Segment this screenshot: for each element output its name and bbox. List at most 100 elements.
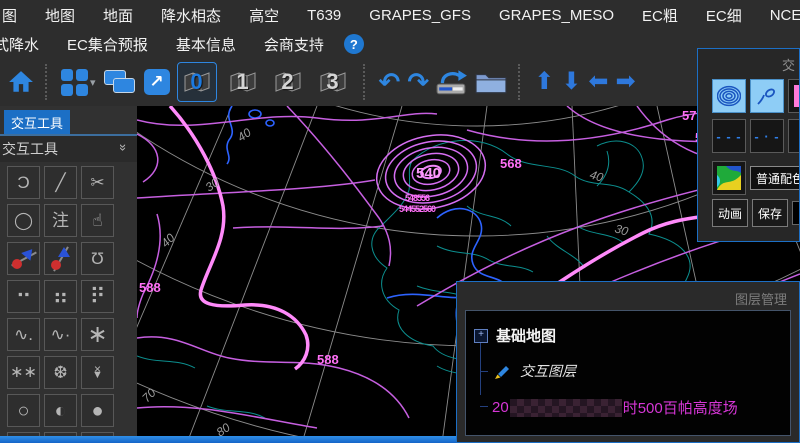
tool-annotation[interactable]: 注 bbox=[44, 204, 77, 237]
save-button[interactable]: 保存 bbox=[752, 199, 788, 227]
cascade-windows-button[interactable] bbox=[103, 68, 137, 96]
svg-text:540: 540 bbox=[416, 165, 441, 182]
interactive-tools-sidebar: 交互工具 交互工具 » Ɔ ╱ ✂ ◯ 注 ☝ Ʊ ⠒ ⠶ bbox=[0, 106, 137, 437]
layer-manager-panel: 图层管理 + 基础地图 交互图层 20 时500百帕高度场 bbox=[456, 281, 800, 443]
tool-asterisk[interactable]: ∗ bbox=[81, 318, 114, 351]
tool-smooth-curve[interactable]: ╱ bbox=[44, 166, 77, 199]
move-left-button[interactable]: ⬅ bbox=[588, 70, 608, 94]
undo-button[interactable]: ↶ bbox=[379, 69, 401, 95]
menu-item-gaokong[interactable]: 高空 bbox=[235, 5, 293, 26]
svg-text:40: 40 bbox=[158, 231, 178, 251]
menu-item-consultation[interactable]: 会商支持 bbox=[250, 34, 338, 55]
menu-item-dimian[interactable]: 地面 bbox=[89, 5, 147, 26]
layer-panel-title: 图层管理 bbox=[735, 289, 787, 308]
tool-pan-hand[interactable]: ☝ bbox=[81, 204, 114, 237]
curve-draw-button[interactable] bbox=[750, 79, 784, 113]
move-right-button[interactable]: ➡ bbox=[615, 70, 635, 94]
collapse-panel-icon[interactable]: » bbox=[116, 144, 131, 151]
pencil-icon bbox=[492, 361, 512, 381]
chevron-down-icon: ▾ bbox=[90, 76, 96, 89]
tab-interactive-tools[interactable]: 交互工具 bbox=[4, 110, 70, 134]
tool-circle-outline[interactable]: ○ bbox=[7, 394, 40, 427]
tool-snow-pair[interactable]: ∗∗ bbox=[7, 356, 40, 389]
tool-open-curve[interactable]: Ɔ bbox=[7, 166, 40, 199]
map-view-3-button[interactable]: 3 bbox=[314, 63, 352, 101]
svg-text:70: 70 bbox=[139, 386, 159, 406]
export-button[interactable] bbox=[436, 69, 468, 95]
move-up-button[interactable]: ⬆ bbox=[534, 70, 554, 94]
tool-snowflake[interactable]: ❆ bbox=[44, 356, 77, 389]
svg-text:40: 40 bbox=[235, 125, 254, 144]
move-down-button[interactable]: ⬇ bbox=[561, 70, 581, 94]
line-style-solid-button[interactable]: - bbox=[788, 119, 800, 153]
arrow-down-icon: ⬇ bbox=[561, 70, 581, 94]
sidebar-panel-title: 交互工具 bbox=[2, 139, 58, 159]
menu-item-ec-fine[interactable]: EC细 bbox=[692, 5, 756, 26]
tool-wave-dot[interactable]: ∿. bbox=[7, 318, 40, 351]
menu-item-shi-jiangshui[interactable]: 式降水 bbox=[0, 34, 53, 55]
svg-text:588: 588 bbox=[317, 352, 339, 367]
tool-dots-two[interactable]: ⠒ bbox=[7, 280, 40, 313]
redo-button[interactable]: ↷ bbox=[407, 69, 429, 95]
isoline-draw-button[interactable] bbox=[712, 79, 746, 113]
colormap-button[interactable] bbox=[712, 161, 746, 195]
tools-grid: Ɔ ╱ ✂ ◯ 注 ☝ Ʊ ⠒ ⠶ ⠟ ∿. ∿· ∗ ∗∗ ❆ bbox=[7, 166, 114, 437]
menu-item-ec-ensemble[interactable]: EC集合预报 bbox=[53, 34, 162, 55]
toolbar-separator bbox=[363, 64, 368, 100]
layer-tree: + 基础地图 交互图层 20 时500百帕高度场 bbox=[465, 310, 791, 436]
map-view-0-button[interactable]: 0 bbox=[177, 62, 217, 102]
arrow-right-icon: ➡ bbox=[615, 70, 635, 94]
menu-item-tu[interactable]: 图 bbox=[0, 5, 31, 26]
layer-interactive[interactable]: 交互图层 bbox=[520, 361, 576, 381]
arrow-up-icon: ⬆ bbox=[534, 70, 554, 94]
home-button[interactable] bbox=[8, 70, 34, 94]
open-folder-button[interactable] bbox=[475, 69, 507, 95]
tool-circle-filled[interactable]: ● bbox=[81, 394, 114, 427]
colormap-select[interactable]: 普通配色 bbox=[750, 166, 800, 190]
home-icon bbox=[8, 70, 34, 94]
export-icon bbox=[436, 69, 468, 95]
tool-dots-five[interactable]: ⠟ bbox=[81, 280, 114, 313]
menu-bar-second: 式降水 EC集合预报 基本信息 会商支持 ? bbox=[0, 30, 800, 58]
menu-item-jiangshui-xiangtai[interactable]: 降水相态 bbox=[147, 5, 235, 26]
animate-button[interactable]: 动画 bbox=[712, 199, 748, 227]
line-style-dashdot-button[interactable]: - · - bbox=[750, 119, 784, 153]
tool-cold-front[interactable] bbox=[44, 242, 77, 275]
layer-500hpa-height[interactable]: 20 时500百帕高度场 bbox=[492, 397, 738, 418]
help-icon[interactable]: ? bbox=[344, 34, 364, 54]
map-view-1-button[interactable]: 1 bbox=[224, 63, 262, 101]
line-color-button[interactable] bbox=[788, 79, 800, 113]
menu-item-grapes-meso[interactable]: GRAPES_MESO bbox=[485, 7, 628, 24]
menu-item-ditu[interactable]: 地图 bbox=[31, 5, 89, 26]
tool-occluded-front[interactable]: Ʊ bbox=[81, 242, 114, 275]
map-view-2-button[interactable]: 2 bbox=[269, 63, 307, 101]
toolbar-separator bbox=[45, 64, 50, 100]
tree-connector bbox=[480, 371, 488, 372]
line-style-dashed-button[interactable]: - - - bbox=[712, 119, 746, 153]
menu-item-t639[interactable]: T639 bbox=[293, 7, 355, 24]
arrow-left-icon: ⬅ bbox=[588, 70, 608, 94]
tool-shower[interactable]: × ▼ bbox=[81, 356, 114, 389]
black-color-swatch[interactable] bbox=[792, 201, 800, 225]
tool-wave-dots[interactable]: ∿· bbox=[44, 318, 77, 351]
tree-connector bbox=[480, 406, 488, 407]
layout-grid-button[interactable]: ▾ bbox=[61, 69, 96, 96]
undo-icon: ↶ bbox=[379, 69, 401, 95]
tool-warm-front[interactable] bbox=[7, 242, 40, 275]
weather-workstation-window: 图 地图 地面 降水相态 高空 T639 GRAPES_GFS GRAPES_M… bbox=[0, 0, 800, 443]
tool-dots-four[interactable]: ⠶ bbox=[44, 280, 77, 313]
fullscreen-button[interactable]: ↗ bbox=[144, 69, 170, 95]
layer-base-map[interactable]: 基础地图 bbox=[496, 325, 556, 346]
menu-item-grapes-gfs[interactable]: GRAPES_GFS bbox=[355, 7, 485, 24]
tree-expand-icon[interactable]: + bbox=[474, 329, 488, 343]
menu-item-basic-info[interactable]: 基本信息 bbox=[162, 34, 250, 55]
folder-icon bbox=[475, 69, 507, 95]
tool-closed-curve[interactable]: ◯ bbox=[7, 204, 40, 237]
menu-item-ec-coarse[interactable]: EC粗 bbox=[628, 5, 692, 26]
tool-circle-half[interactable]: ◐ bbox=[44, 394, 77, 427]
redo-icon: ↷ bbox=[407, 69, 429, 95]
colormap-icon bbox=[716, 165, 742, 191]
tool-scissors[interactable]: ✂ bbox=[81, 166, 114, 199]
menu-item-ncep[interactable]: NCEP bbox=[756, 7, 800, 24]
svg-text:568: 568 bbox=[500, 156, 522, 171]
